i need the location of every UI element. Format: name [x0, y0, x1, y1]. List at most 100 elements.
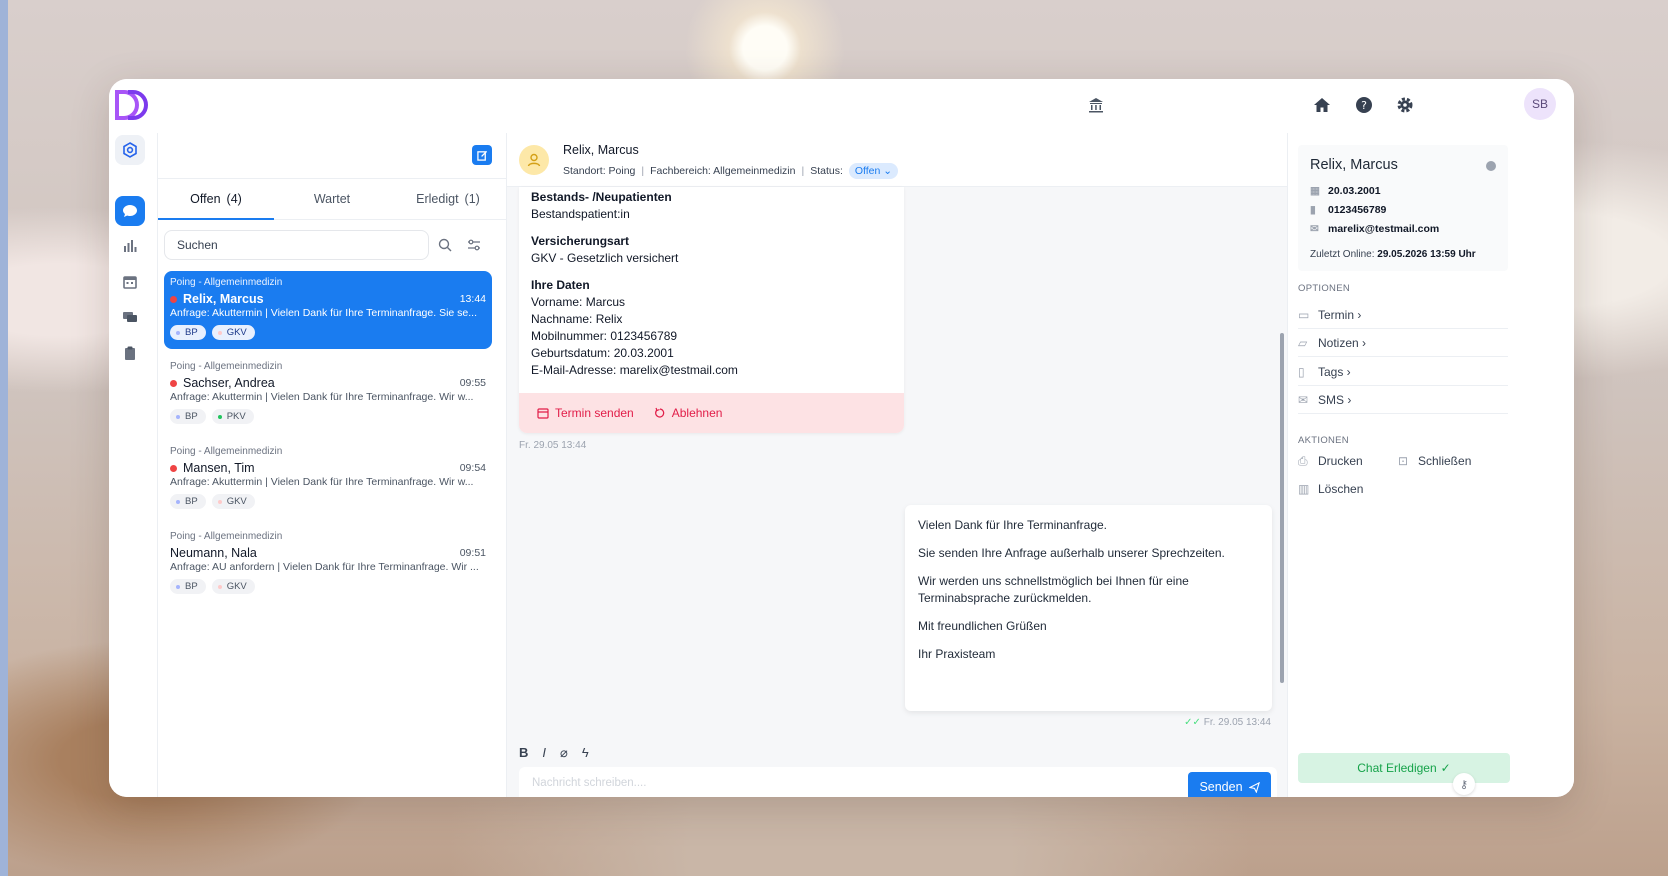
standort-label: Standort: Poing — [563, 165, 636, 177]
birthdate-row: ▦ 20.03.2001 — [1310, 185, 1381, 197]
fachbereich-label: Fachbereich: Allgemeinmedizin — [650, 165, 796, 177]
chat-scrollbar[interactable] — [1280, 193, 1284, 713]
rail-messages-button[interactable] — [115, 302, 145, 332]
chip-bp: BP — [170, 494, 206, 509]
mail-icon: ✉ — [1298, 392, 1309, 407]
conversation-item[interactable]: Poing - Allgemeinmedizin Mansen, Tim 09:5… — [164, 440, 492, 518]
italic-button[interactable]: I — [542, 745, 546, 761]
conversation-item[interactable]: Poing - Allgemeinmedizin Neumann, Nala 09… — [164, 525, 492, 603]
close-chat-button[interactable]: ⊡ Schließen — [1398, 454, 1471, 468]
tab-wartet[interactable]: Wartet — [274, 179, 390, 219]
chip-bp: BP — [170, 409, 206, 424]
conversation-time: 09:51 — [459, 547, 486, 559]
conversation-name: Mansen, Tim — [183, 461, 255, 475]
option-tags[interactable]: ▯ Tags › — [1298, 358, 1508, 386]
phone-row: ▮ 0123456789 — [1310, 204, 1387, 216]
message-placeholder: Nachricht schreiben.... — [532, 777, 647, 789]
chip-bp: BP — [170, 579, 206, 594]
key-icon[interactable]: ⚷ — [1453, 773, 1475, 795]
info-icon[interactable] — [1486, 161, 1496, 171]
status-label: Status: — [810, 165, 843, 177]
conversation-list-panel: Offen (4) Wartet Erledigt (1) Suchen Poing… — [157, 133, 507, 797]
rail-chat-button[interactable] — [115, 196, 145, 226]
top-bar: ? SB — [109, 79, 1574, 133]
conversation-name: Sachser, Andrea — [183, 376, 275, 390]
svg-text:?: ? — [1361, 99, 1367, 112]
option-notizen[interactable]: ▱ Notizen › — [1298, 329, 1508, 357]
conversation-location: Poing - Allgemeinmedizin — [170, 277, 283, 288]
chip-bp: BP — [170, 325, 206, 340]
attachment-icon[interactable]: ⌀ — [560, 745, 568, 761]
tab-offen[interactable]: Offen (4) — [158, 179, 274, 220]
option-sms[interactable]: ✉ SMS › — [1298, 386, 1508, 414]
detail-patient-name: Relix, Marcus — [1310, 157, 1398, 173]
compose-button[interactable] — [472, 145, 492, 165]
conversation-location: Poing - Allgemeinmedizin — [170, 361, 283, 372]
tab-count: (1) — [464, 192, 480, 206]
phone-icon: ▮ — [1310, 204, 1316, 216]
hexagon-gear-icon — [123, 142, 137, 158]
composer-toolbar: B I ⌀ ϟ — [519, 745, 589, 761]
conversation-location: Poing - Allgemeinmedizin — [170, 531, 283, 542]
conversation-name: Relix, Marcus — [183, 292, 264, 306]
personal-data-section: Ihre Daten Vorname: Marcus Nachname: Rel… — [531, 278, 738, 377]
email-row: ✉ marelix@testmail.com — [1310, 223, 1440, 235]
insurance-section: Versicherungsart GKV - Gesetzlich versic… — [531, 234, 679, 265]
send-button[interactable]: Senden — [1188, 772, 1271, 797]
rail-calendar-button[interactable] — [115, 267, 145, 297]
note-icon: ▱ — [1298, 335, 1308, 350]
tab-label: Erledigt — [416, 192, 459, 206]
chip-insurance: GKV — [211, 325, 255, 340]
chat-panel: Relix, Marcus Standort: Poing | Fachberei… — [507, 133, 1287, 797]
user-avatar[interactable]: SB — [1524, 88, 1556, 120]
patient-type-section: Bestands- /Neupatienten Bestandspatient:… — [531, 190, 672, 221]
messages-icon — [123, 312, 137, 322]
decline-button[interactable]: Ablehnen — [654, 406, 722, 420]
patient-profile-card: Relix, Marcus ▦ 20.03.2001 ▮ 0123456789 ✉ m… — [1298, 145, 1508, 271]
conversation-preview: Anfrage: Akuttermin | Vielen Dank für Ih… — [170, 307, 477, 319]
rail-clipboard-button[interactable] — [115, 338, 145, 368]
undo-icon — [654, 407, 664, 418]
home-icon[interactable] — [1310, 93, 1334, 117]
calendar-icon — [123, 276, 137, 289]
calendar-icon: ▭ — [1298, 307, 1310, 322]
status-dropdown[interactable]: Offen ⌄ — [848, 163, 899, 179]
trash-icon: ▥ — [1298, 482, 1310, 496]
bank-icon[interactable] — [1084, 93, 1108, 117]
send-appointment-button[interactable]: Termin senden — [537, 406, 634, 420]
patient-detail-panel: Relix, Marcus ▦ 20.03.2001 ▮ 0123456789 ✉ m… — [1287, 133, 1574, 797]
print-button[interactable]: ⎙ Drucken — [1298, 453, 1363, 469]
tab-count: (4) — [226, 192, 242, 206]
mail-icon: ✉ — [1310, 223, 1319, 235]
conversation-item[interactable]: Poing - Allgemeinmedizin Relix, Marcus 13… — [164, 271, 492, 349]
delete-button[interactable]: ▥ Löschen — [1298, 482, 1363, 496]
lightning-icon[interactable]: ϟ — [582, 745, 589, 761]
lock-icon: ⊡ — [1398, 454, 1409, 468]
card-actions: Termin senden Ablehnen — [519, 393, 904, 433]
conversation-preview: Anfrage: Akuttermin | Vielen Dank für Ih… — [170, 476, 474, 488]
outgoing-message-time: ✓✓ Fr. 29.05 13:44 — [1184, 717, 1271, 728]
patient-avatar — [519, 145, 549, 175]
status-tabs: Offen (4) Wartet Erledigt (1) — [158, 178, 506, 220]
filter-icon[interactable] — [465, 236, 483, 254]
chat-done-button[interactable]: Chat Erledigen ✓ — [1298, 753, 1510, 783]
rail-stats-button[interactable] — [115, 231, 145, 261]
background-edge — [0, 0, 8, 876]
printer-icon: ⎙ — [1298, 453, 1308, 468]
last-online: Zuletzt Online: 29.05.2026 13:59 Uhr — [1310, 249, 1476, 260]
unread-dot — [170, 464, 177, 472]
conversation-location: Poing - Allgemeinmedizin — [170, 446, 283, 457]
gear-icon[interactable] — [1393, 93, 1417, 117]
search-icon[interactable] — [436, 236, 454, 254]
app-logo[interactable] — [114, 87, 150, 123]
message-input[interactable]: Nachricht schreiben.... Senden — [519, 767, 1277, 797]
conversation-item[interactable]: Poing - Allgemeinmedizin Sachser, Andrea… — [164, 355, 492, 433]
rail-settings-button[interactable] — [115, 135, 145, 165]
bold-button[interactable]: B — [519, 745, 528, 761]
chip-insurance: PKV — [211, 409, 254, 424]
help-icon[interactable]: ? — [1352, 93, 1376, 117]
option-termin[interactable]: ▭ Termin › — [1298, 301, 1508, 329]
tab-erledigt[interactable]: Erledigt (1) — [390, 179, 506, 219]
search-input[interactable]: Suchen — [164, 230, 429, 260]
outgoing-message: Vielen Dank für Ihre Terminanfrage. Sie … — [905, 505, 1272, 711]
